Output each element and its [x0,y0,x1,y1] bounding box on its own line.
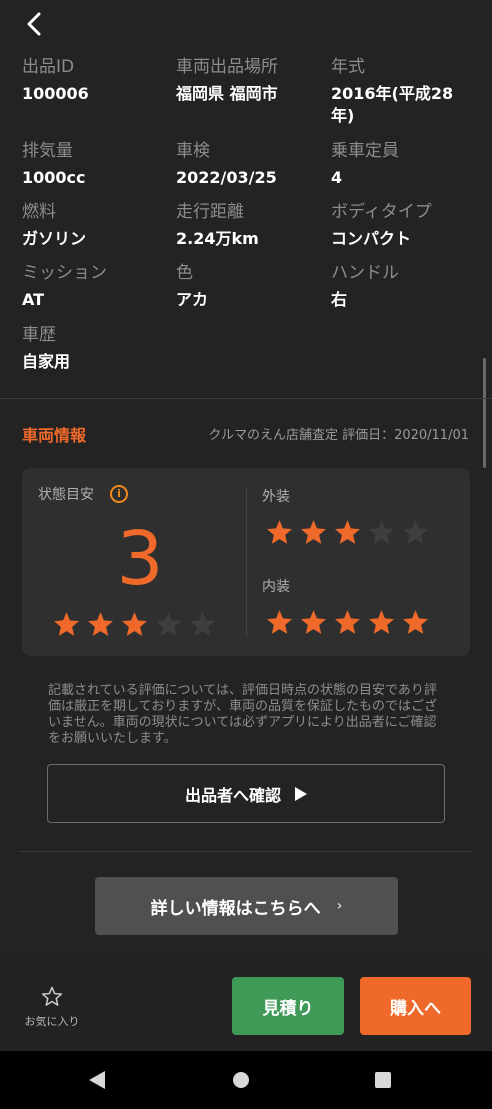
play-triangle-icon [295,786,307,801]
star-filled-icon [403,610,428,634]
spec-listing-id: 出品ID 100006 [22,56,172,105]
evaluation-meta: クルマのえん店舗査定 評価日：2020/11/01 [208,428,469,443]
spec-value: 2.24万km [176,229,259,248]
spec-model-year: 年式 2016年(平成28年) [331,56,471,127]
spec-history: 車歴 自家用 [22,324,172,373]
star-empty-icon [190,612,215,636]
nav-home-icon[interactable] [211,1051,271,1109]
star-filled-icon [301,520,326,544]
star-filled-icon [88,612,113,636]
spec-value: 福岡県 福岡市 [176,84,278,103]
rating-card: 状態目安 i 3 外装 内装 [22,468,470,656]
star-empty-icon [403,520,428,544]
more-details-label: 詳しい情報はこちらへ [150,898,321,919]
section-title: 車両情報 [22,426,87,445]
nav-recents-icon[interactable] [353,1051,413,1109]
star-filled-icon [335,610,360,634]
spec-fuel: 燃料 ガソリン [22,201,172,250]
spec-label: ボディタイプ [331,202,432,222]
spec-value: コンパクト [331,229,412,248]
spec-value: 2016年(平成28年) [331,84,454,125]
spec-label: 乗車定員 [331,141,399,161]
spec-label: 排気量 [22,141,73,161]
spec-label: 走行距離 [176,202,244,222]
star-filled-icon [335,520,360,544]
section-divider [0,398,492,399]
condition-stars [52,611,217,638]
spec-displacement: 排気量 1000cc [22,140,172,189]
star-filled-icon [301,610,326,634]
more-details-button[interactable]: 詳しい情報はこちらへ › [95,877,398,935]
bottom-action-bar: お気に入り 見積り 購入へ [0,958,492,1051]
system-nav-bar [0,1051,492,1109]
exterior-label: 外装 [262,489,290,505]
spec-value: アカ [176,290,209,309]
star-filled-icon [267,520,292,544]
favorite-button[interactable]: お気に入り [16,986,88,1029]
spec-mileage: 走行距離 2.24万km [176,201,326,250]
spec-value: 右 [331,290,348,309]
spec-value: 2022/03/25 [176,168,277,187]
spec-value: ガソリン [22,229,87,248]
spec-label: 色 [176,263,193,283]
spec-label: 出品ID [22,57,75,77]
quote-button[interactable]: 見積り [232,977,344,1035]
spec-label: ミッション [22,263,107,283]
card-divider [246,488,247,636]
spec-value: 4 [331,168,343,187]
spec-value: AT [22,290,45,309]
spec-value: 1000cc [22,168,86,187]
star-empty-icon [156,612,181,636]
interior-stars [265,609,430,636]
spec-steering: ハンドル 右 [331,262,481,311]
contact-seller-label: 出品者へ確認 [184,785,281,805]
spec-body-type: ボディタイプ コンパクト [331,201,481,250]
chevron-right-icon: › [336,898,343,914]
star-filled-icon [369,610,394,634]
spec-color: 色 アカ [176,262,326,311]
back-chevron-icon[interactable] [18,8,52,40]
disclaimer-text: 記載されている評価については、評価日時点の状態の目安であり評価は厳正を期しており… [48,683,437,746]
spec-capacity: 乗車定員 4 [331,140,481,189]
condition-label: 状態目安 [38,487,94,503]
info-icon[interactable]: i [110,485,128,503]
section-divider [20,851,472,852]
spec-label: ハンドル [331,263,399,283]
spec-value: 100006 [22,84,89,103]
spec-value: 自家用 [22,352,71,371]
star-filled-icon [267,610,292,634]
spec-transmission: ミッション AT [22,262,172,311]
star-filled-icon [122,612,147,636]
scrollbar[interactable] [483,358,486,468]
spec-label: 車検 [176,141,210,161]
spec-label: 車歴 [22,325,56,345]
interior-label: 内装 [262,579,290,595]
favorite-label: お気に入り [24,1015,80,1028]
star-outline-icon [41,986,63,1006]
star-empty-icon [369,520,394,544]
exterior-stars [265,519,430,546]
spec-inspection: 車検 2022/03/25 [176,140,326,189]
contact-seller-button[interactable]: 出品者へ確認 [47,764,445,823]
star-filled-icon [54,612,79,636]
buy-button[interactable]: 購入へ [360,977,471,1035]
spec-label: 年式 [331,57,365,77]
spec-label: 車両出品場所 [176,57,278,77]
nav-back-icon[interactable] [67,1051,127,1109]
spec-label: 燃料 [22,202,56,222]
spec-location: 車両出品場所 福岡県 福岡市 [176,56,326,105]
condition-score: 3 [116,516,164,602]
